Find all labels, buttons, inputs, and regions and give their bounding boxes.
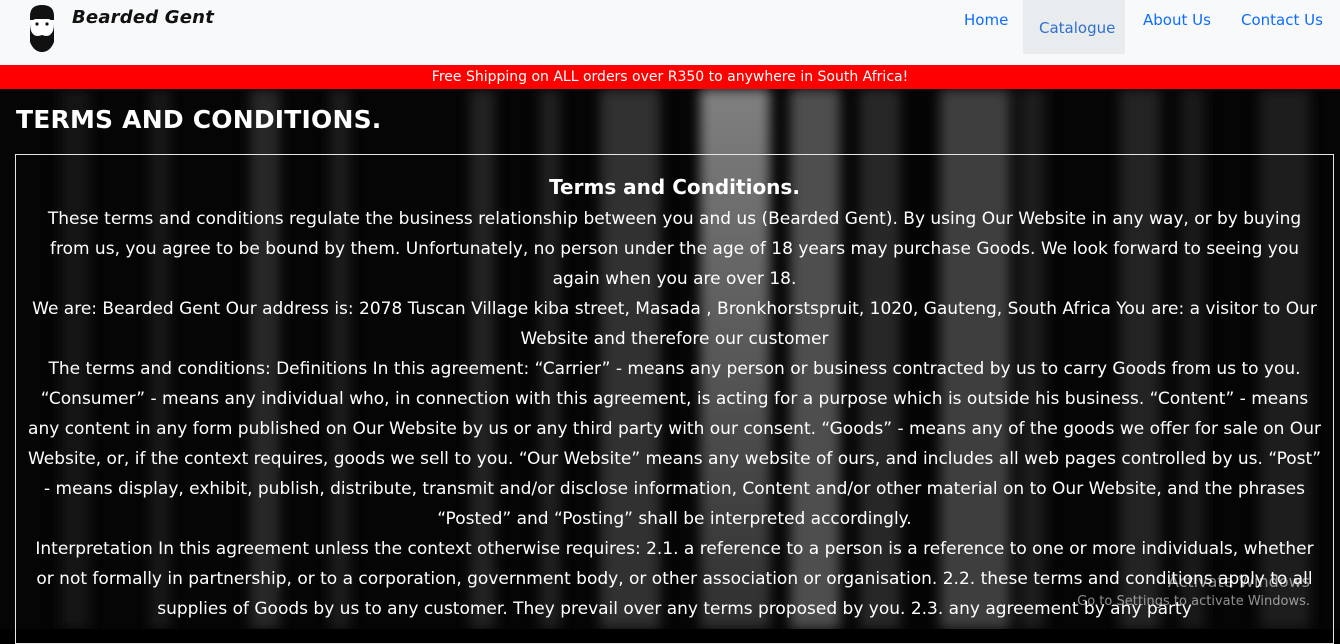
nav-catalogue[interactable]: Catalogue xyxy=(1023,0,1125,54)
navbar: Bearded Gent Home Catalogue About Us Con… xyxy=(0,0,1340,65)
nav-contact[interactable]: Contact Us xyxy=(1225,0,1339,54)
terms-heading: Terms and Conditions. xyxy=(549,175,800,199)
watermark-subtitle: Go to Settings to activate Windows. xyxy=(1077,594,1310,609)
nav-about[interactable]: About Us xyxy=(1127,0,1227,54)
terms-container: Terms and Conditions. These terms and co… xyxy=(15,154,1334,644)
watermark-title: Activate Windows xyxy=(1167,572,1310,591)
terms-paragraph: These terms and conditions regulate the … xyxy=(47,209,1302,289)
page-title: TERMS AND CONDITIONS. xyxy=(16,105,382,134)
terms-paragraph: We are: Bearded Gent Our address is: 207… xyxy=(32,299,1317,349)
windows-activation-watermark: Activate Windows Go to Settings to activ… xyxy=(1077,572,1310,612)
promo-banner: Free Shipping on ALL orders over R350 to… xyxy=(0,65,1340,89)
nav-home[interactable]: Home xyxy=(948,0,1024,54)
bearded-man-icon[interactable] xyxy=(22,2,62,52)
brand-name[interactable]: Bearded Gent xyxy=(72,7,214,28)
terms-paragraph: The terms and conditions: Definitions In… xyxy=(27,359,1322,529)
